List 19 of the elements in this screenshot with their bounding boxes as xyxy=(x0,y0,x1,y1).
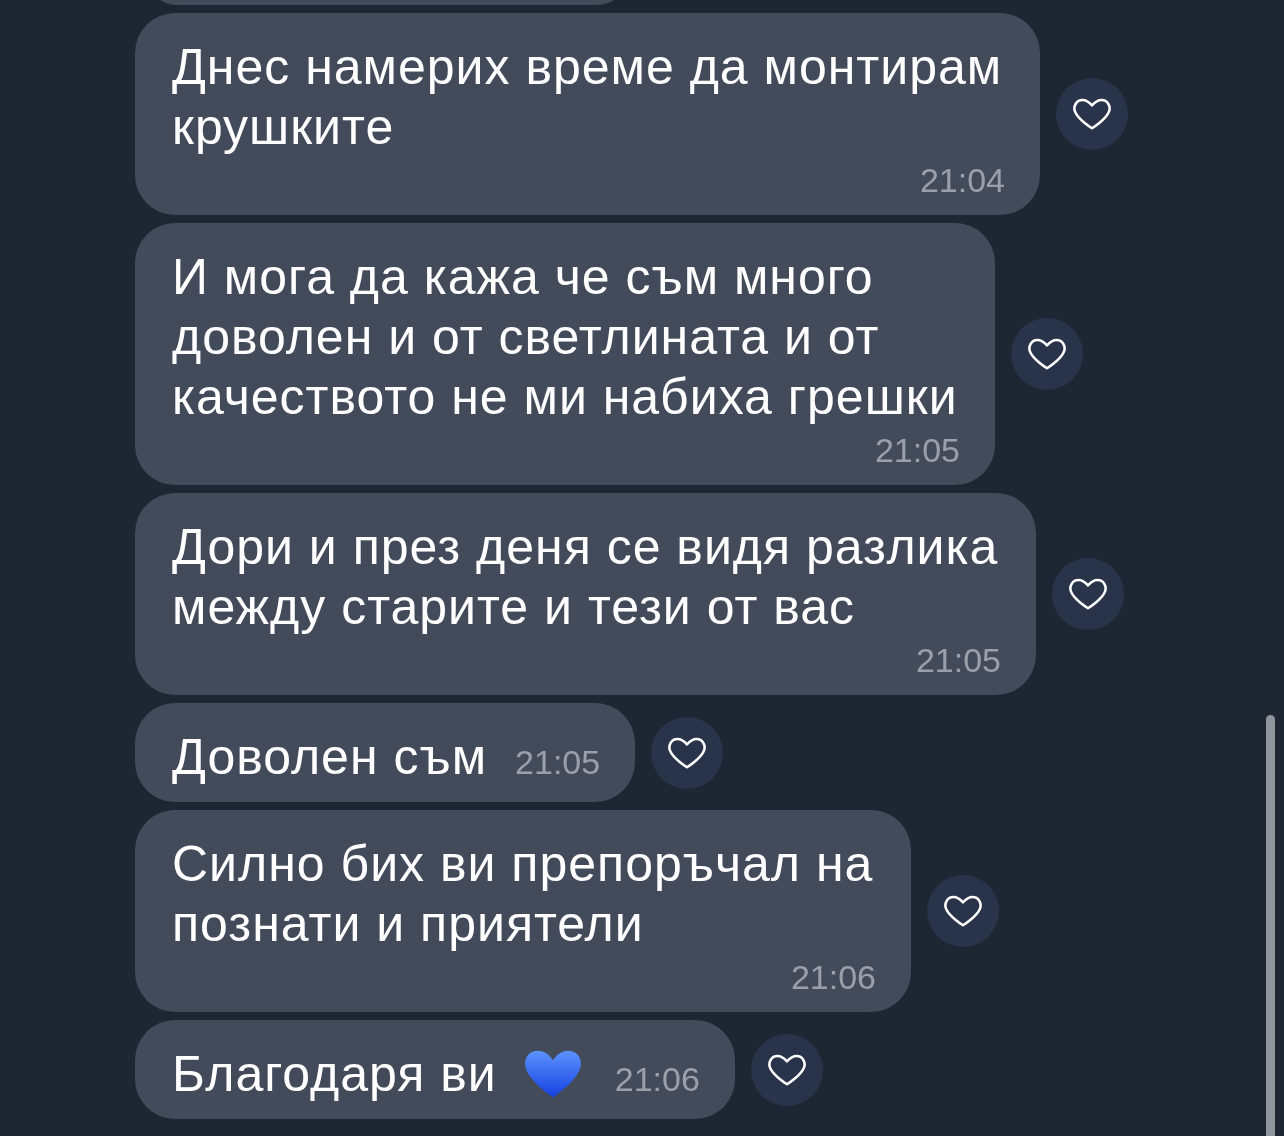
heart-icon xyxy=(1073,97,1111,131)
message-text: Дори и през деня се видя разлика между старите и тези от вас xyxy=(172,518,1000,637)
heart-icon xyxy=(668,735,707,770)
scrollbar-thumb[interactable] xyxy=(1266,715,1275,1136)
message-time: 21:05 xyxy=(915,640,1001,680)
message-text: Силно бих ви препоръчал на познати и приятели xyxy=(172,835,875,954)
heart-icon xyxy=(1028,337,1066,371)
message-time: 21:06 xyxy=(614,1059,700,1099)
message-time: 21:06 xyxy=(790,957,876,997)
message-text: Благодаря ви xyxy=(172,1045,497,1104)
message-text: И мога да кажа че съм много доволен и от светлината и от качеството не ми набиха грешки xyxy=(172,248,959,427)
heart-icon xyxy=(767,1052,806,1087)
heart-icon xyxy=(1069,577,1107,611)
message-text: Доволен съм xyxy=(172,728,488,787)
heart-icon xyxy=(944,894,982,928)
message-text: Днес намерих време да монтирам крушките xyxy=(172,38,1004,157)
message-time: 21:04 xyxy=(919,160,1005,200)
message-time: 21:05 xyxy=(874,430,960,470)
message-time: 21:05 xyxy=(515,742,601,782)
